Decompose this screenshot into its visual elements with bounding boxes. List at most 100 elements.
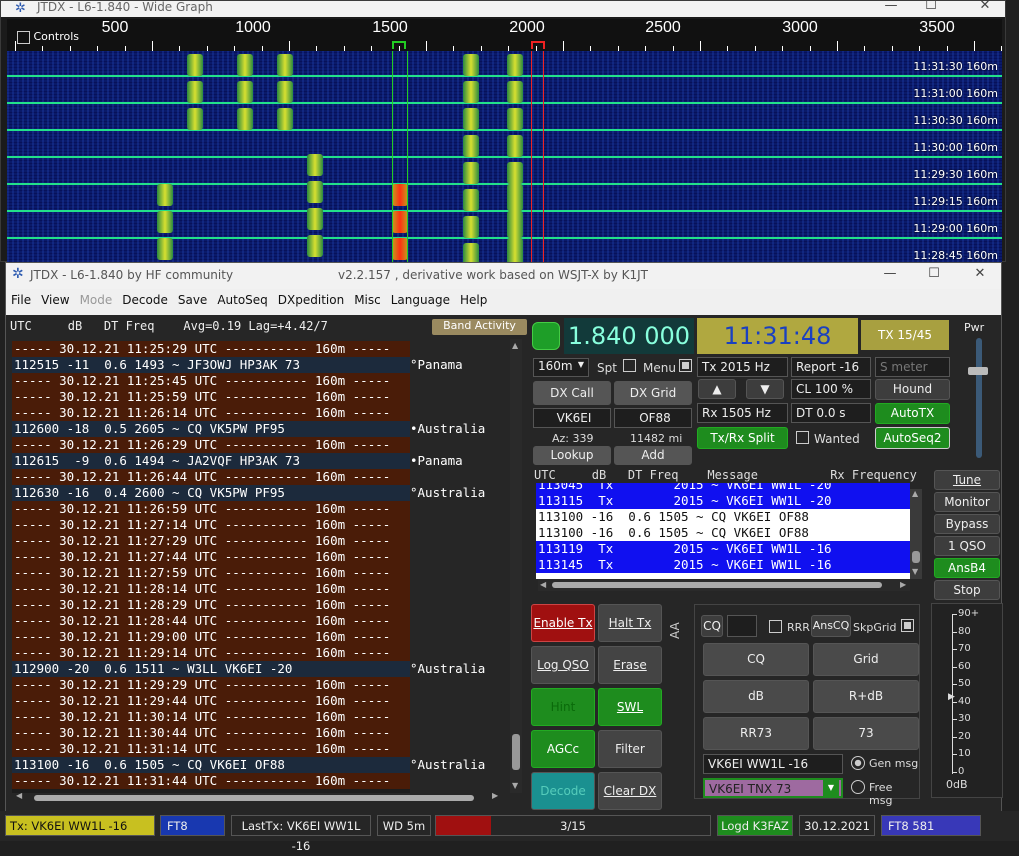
tx-up-button[interactable]: ▲ [698,379,736,399]
controls-toggle[interactable]: Controls [17,30,79,44]
menu-autoseq[interactable]: AutoSeq [212,289,272,311]
hound-button[interactable]: Hound [875,379,950,400]
power-slider-track[interactable] [976,338,982,458]
grid-button[interactable]: Grid [813,643,919,676]
close-icon[interactable]: ✕ [973,0,997,13]
menu-decode[interactable]: Decode [117,289,173,311]
band-activity-list[interactable]: ----- 30.12.21 11:25:29 UTC ----------- … [12,341,410,793]
band-activity-row[interactable]: ----- 30.12.21 11:27:59 UTC ----------- … [12,565,410,581]
rx-frequency-row[interactable]: 113115 Tx 2015 ~ VK6EI WW1L -20 [536,493,910,509]
menu-file[interactable]: File [6,289,36,311]
add-button[interactable]: Add [614,446,692,465]
rx-frequency-row[interactable]: 113100 -16 0.6 1505 ~ CQ VK6EI OF88 [536,509,910,525]
spt-checkbox[interactable] [623,358,636,372]
swl-mode-button[interactable]: SWL mode [598,688,662,750]
autoseq2-button[interactable]: AutoSeq2 [875,427,950,449]
band-activity-hscrollbar[interactable]: ◀ ▶ [12,791,502,803]
report-field[interactable]: Report -16 [791,357,871,377]
rx-frequency-row[interactable]: 113045 Tx 2015 ~ VK6EI WW1L -20 [536,483,910,493]
hscroll-thumb[interactable] [552,582,882,588]
menu-checkbox[interactable] [679,359,692,372]
s-meter-field[interactable]: S meter [875,357,950,377]
dx-grid-button[interactable]: DX Grid [614,381,692,405]
minimize-icon[interactable]: — [879,0,903,13]
scroll-up-icon[interactable]: ▲ [512,341,518,350]
halt-tx-button[interactable]: Halt Tx [598,604,662,642]
minimize-icon[interactable]: — [878,266,902,281]
bypass-button[interactable]: Bypass [934,514,1000,534]
band-activity-row[interactable]: ----- 30.12.21 11:28:44 UTC ----------- … [12,613,410,629]
band-activity-row[interactable]: ----- 30.12.21 11:26:14 UTC ----------- … [12,405,410,421]
enable-tx-button[interactable]: Enable Tx [531,604,595,642]
band-activity-row[interactable]: ----- 30.12.21 11:29:44 UTC ----------- … [12,693,410,709]
band-activity-row[interactable]: 112630 -16 0.4 2600 ~ CQ VK5PW PF95 [12,485,410,501]
tx-down-button[interactable]: ▼ [746,379,784,399]
tx-period-button[interactable]: TX 15/45 [861,320,949,350]
band-activity-row[interactable]: ----- 30.12.21 11:28:14 UTC ----------- … [12,581,410,597]
menu-misc[interactable]: Misc [349,289,386,311]
one-qso-button[interactable]: 1 QSO [934,536,1000,556]
rx-scrollbar[interactable]: ▲ ▼ [910,489,922,579]
scroll-right-icon[interactable]: ▶ [900,580,906,589]
agcc-button[interactable]: AGCc [531,730,595,768]
menu-language[interactable]: Language [386,289,455,311]
band-activity-button[interactable]: Band Activity [432,319,527,335]
filter-button[interactable]: Filter [598,730,662,768]
band-activity-row[interactable]: 112900 -20 0.6 1511 ~ W3LL VK6EI -20 [12,661,410,677]
anscq-button[interactable]: AnsCQ [811,615,851,637]
cl-field[interactable]: CL 100 % [791,379,871,399]
band-activity-row[interactable]: ----- 30.12.21 11:27:44 UTC ----------- … [12,549,410,565]
band-activity-row[interactable]: ----- 30.12.21 11:31:14 UTC ----------- … [12,741,410,757]
tune-button[interactable]: Tune [934,470,1000,490]
scroll-up-icon[interactable]: ▲ [912,489,918,498]
scroll-thumb[interactable] [912,551,920,563]
r-db-button[interactable]: R+dB [813,680,919,713]
rrr-checkbox[interactable] [769,619,782,633]
rx-frequency-row[interactable]: 113145 Tx 2015 ~ VK6EI WW1L -16 [536,557,910,573]
band-activity-row[interactable]: ----- 30.12.21 11:31:44 UTC ----------- … [12,773,410,789]
cq-small-button[interactable]: CQ [701,615,723,637]
waterfall[interactable]: 11:31:30 160m 11:31:00 160m 11:30:30 160m 1… [7,51,1002,263]
band-activity-row[interactable]: ----- 30.12.21 11:29:00 UTC ----------- … [12,629,410,645]
menu-mode[interactable]: Mode [75,289,118,311]
erase-button[interactable]: Erase [598,646,662,684]
dx-call-field[interactable]: VK6EI [533,408,611,428]
gen-msg-field[interactable]: VK6EI WW1L -16 [703,754,843,774]
menu-save[interactable]: Save [173,289,212,311]
cq-modifier-field[interactable] [727,615,757,637]
scroll-down-icon[interactable]: ▼ [912,567,918,576]
band-activity-row[interactable]: ----- 30.12.21 11:30:44 UTC ----------- … [12,725,410,741]
tx-rx-split-button[interactable]: Tx/Rx Split [697,427,788,449]
lookup-button[interactable]: Lookup [533,446,611,465]
73-button[interactable]: 73 [813,717,919,750]
gen-msg-radio[interactable] [851,756,865,770]
dx-call-button[interactable]: DX Call [533,381,611,405]
monitor-button[interactable]: Monitor [934,492,1000,512]
band-select[interactable]: 160m ▼ [533,358,589,377]
power-slider-handle[interactable] [968,367,988,375]
menu-view[interactable]: View [36,289,74,311]
rx-hscrollbar[interactable]: ◀ ▶ [538,579,910,591]
db-button[interactable]: dB [703,680,809,713]
band-activity-row[interactable]: 112615 -9 0.6 1494 ~ JA2VQF HP3AK 73 [12,453,410,469]
band-activity-row[interactable]: 112515 -11 0.6 1493 ~ JF3OWJ HP3AK 73 [12,357,410,373]
rx-frequency-row[interactable]: 113100 -16 0.6 1505 ~ CQ VK6EI OF88 [536,525,910,541]
decode-button[interactable]: Decode [531,772,595,810]
scroll-thumb[interactable] [512,734,520,770]
free-msg-field[interactable]: VK6EI TNX 73 ▼ [703,778,843,798]
band-activity-row[interactable]: ----- 30.12.21 11:25:29 UTC ----------- … [12,341,410,357]
band-activity-row[interactable]: ----- 30.12.21 11:30:14 UTC ----------- … [12,709,410,725]
clear-dx-button[interactable]: Clear DX [598,772,662,810]
band-activity-row[interactable]: ----- 30.12.21 11:25:45 UTC ----------- … [12,373,410,389]
band-activity-row[interactable]: ----- 30.12.21 11:26:59 UTC ----------- … [12,501,410,517]
rx-frequency-row[interactable]: 113119 Tx 2015 ~ VK6EI WW1L -16 [536,541,910,557]
maximize-icon[interactable]: ☐ [919,0,943,13]
scroll-left-icon[interactable]: ◀ [540,580,546,589]
rr73-button[interactable]: RR73 [703,717,809,750]
cq-button[interactable]: CQ [703,643,809,676]
band-activity-row[interactable]: ----- 30.12.21 11:26:44 UTC ----------- … [12,469,410,485]
skpgrid-checkbox[interactable] [901,619,914,632]
menu-dxpedition[interactable]: DXpedition [273,289,349,311]
band-activity-row[interactable]: ----- 30.12.21 11:27:14 UTC ----------- … [12,517,410,533]
band-activity-scrollbar[interactable]: ▲ ▼ [510,339,522,793]
